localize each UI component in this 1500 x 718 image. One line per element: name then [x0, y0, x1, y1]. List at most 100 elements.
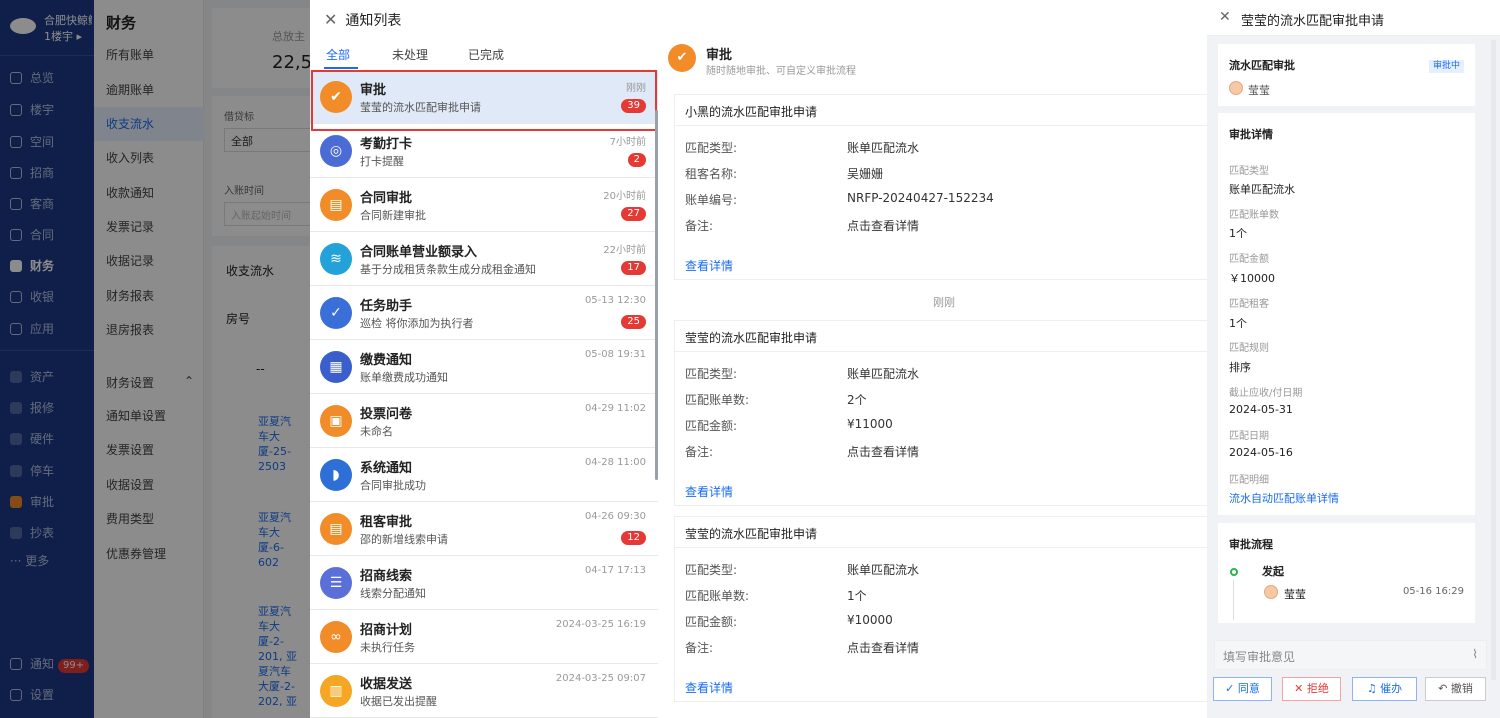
- notice-list-item[interactable]: ◎ 考勤打卡 打卡提醒 7小时前 2: [310, 124, 658, 178]
- tab-done[interactable]: 已完成: [468, 46, 504, 63]
- selected-item-highlight: [311, 70, 657, 131]
- notice-list-item[interactable]: ▤ 租客审批 邵的新增线索申请 04-26 09:30 12: [310, 502, 658, 556]
- close-icon[interactable]: ✕: [324, 10, 337, 29]
- unread-badge: 2: [627, 153, 646, 167]
- notice-category-icon: ▦: [320, 351, 352, 383]
- approval-comment-input[interactable]: 填写审批意见 ⌇: [1214, 640, 1487, 670]
- notice-list: ✔ 审批 莹莹的流水匹配审批申请 刚刚 39 ◎ 考勤打卡 打卡提醒 7小时前 2 ▤ 合同审批 合同新…: [310, 70, 658, 718]
- urge-button[interactable]: ♫ 催办: [1352, 677, 1417, 701]
- notice-category-icon: ◗: [320, 459, 352, 491]
- field-label: 截止应收/付日期: [1229, 388, 1303, 399]
- field-value: 账单匹配流水: [847, 367, 920, 381]
- field-value: 1个: [847, 589, 867, 603]
- notice-item-subtitle: 邵的新增线索申请: [360, 533, 448, 546]
- notice-item-time: 05-13 12:30: [584, 295, 646, 306]
- paperclip-icon[interactable]: ⌇: [1472, 647, 1478, 661]
- field-value: 账单匹配流水: [847, 563, 920, 577]
- field-value: ￥10000: [1229, 272, 1275, 285]
- notice-category-icon: ▤: [320, 189, 352, 221]
- notice-list-item[interactable]: ≋ 合同账单营业额录入 基于分成租赁条款生成分成租金通知 22小时前 17: [310, 232, 658, 286]
- field-label: 匹配账单数: [1229, 210, 1279, 221]
- field-label: 匹配租客: [1229, 299, 1269, 310]
- approval-summary-card: 流水匹配审批 审批中 莹莹: [1218, 44, 1475, 106]
- notice-item-time: 04-26 09:30: [584, 511, 646, 522]
- notice-category-glyph: ▦: [329, 359, 343, 375]
- field-value: 2024-05-16: [1229, 446, 1293, 459]
- notice-list-item[interactable]: ◗ 系统通知 合同审批成功 04-28 11:00: [310, 448, 658, 502]
- view-details-link[interactable]: 查看详情: [685, 257, 733, 274]
- approval-title: 莹莹的流水匹配审批申请: [1241, 14, 1385, 29]
- revoke-button[interactable]: ↶ 撤销: [1425, 677, 1486, 701]
- notice-category-glyph: ◗: [332, 467, 340, 483]
- field-value: 点击查看详情: [847, 641, 920, 655]
- notice-category-icon: ≋: [320, 243, 352, 275]
- notice-item-subtitle: 收据已发出提醒: [360, 695, 437, 708]
- match-detail-link[interactable]: 流水自动匹配账单详情: [1229, 490, 1339, 506]
- time-separator: 刚刚: [933, 296, 955, 309]
- comment-placeholder: 填写审批意见: [1223, 650, 1296, 664]
- field-value: ¥11000: [847, 417, 893, 431]
- notice-panel: ✕ 通知列表 全部 未处理 已完成 ✔ 审批 莹莹的流水匹配审批申请 刚刚 39 ◎ 考勤打卡…: [310, 0, 1215, 718]
- notice-list-item[interactable]: ☰ 招商线索 线索分配通知 04-17 17:13: [310, 556, 658, 610]
- unread-badge: 25: [621, 315, 646, 329]
- notice-item-subtitle: 合同新建审批: [360, 209, 426, 222]
- message-card-title: 莹莹的流水匹配审批申请: [685, 527, 818, 541]
- notice-item-time: 20小时前: [603, 191, 646, 202]
- approval-flow-card: 审批流程 发起 莹莹 05-16 16:29: [1218, 523, 1475, 623]
- flow-line: [1233, 580, 1234, 620]
- field-value: 点击查看详情: [847, 219, 920, 233]
- message-card: 莹莹的流水匹配审批申请 匹配类型: 账单匹配流水 匹配账单数: 1个 匹配金额:…: [674, 516, 1215, 702]
- status-badge: 审批中: [1428, 60, 1464, 73]
- agree-button[interactable]: ✓ 同意: [1213, 677, 1272, 701]
- close-icon[interactable]: ✕: [1219, 9, 1231, 25]
- approval-details-card: 审批详情 匹配类型 账单匹配流水 匹配账单数 1个 匹配金额 ￥10000 匹配…: [1218, 113, 1475, 515]
- notice-item-time: 2024-03-25 16:19: [555, 619, 646, 630]
- avatar: [1264, 585, 1278, 599]
- approval-detail-panel: ✕ 莹莹的流水匹配审批申请 流水匹配审批 审批中 莹莹 审批详情 匹配类型 账单…: [1207, 0, 1500, 718]
- notice-item-title: 缴费通知: [360, 353, 413, 368]
- notice-item-time: 22小时前: [603, 245, 646, 256]
- tab-pending[interactable]: 未处理: [392, 46, 428, 63]
- message-card: 莹莹的流水匹配审批申请 匹配类型: 账单匹配流水 匹配账单数: 2个 匹配金额:…: [674, 320, 1215, 506]
- notice-list-item[interactable]: ▤ 合同审批 合同新建审批 20小时前 27: [310, 178, 658, 232]
- scrollbar[interactable]: [655, 110, 658, 480]
- notice-category-icon: ✓: [320, 297, 352, 329]
- divider: [675, 351, 1215, 352]
- applicant-name: 莹莹: [1248, 84, 1270, 97]
- tab-underline: [324, 67, 358, 69]
- notice-item-subtitle: 账单缴费成功通知: [360, 371, 448, 384]
- tab-all[interactable]: 全部: [326, 46, 350, 63]
- field-value: 2024-05-31: [1229, 403, 1293, 416]
- field-label: 匹配日期: [1229, 431, 1269, 442]
- detail-header-title: 审批: [706, 48, 733, 63]
- flow-step-dot-icon: [1230, 568, 1238, 576]
- reject-button[interactable]: ✕ 拒绝: [1282, 677, 1341, 701]
- field-label: 匹配账单数:: [685, 589, 750, 603]
- notice-category-glyph: ≋: [330, 251, 342, 267]
- field-label: 匹配类型:: [685, 141, 738, 155]
- notice-list-item[interactable]: ▥ 收据发送 收据已发出提醒 2024-03-25 09:07: [310, 664, 658, 718]
- notice-category-icon: ▣: [320, 405, 352, 437]
- field-label: 匹配类型:: [685, 367, 738, 381]
- field-label: 匹配金额: [1229, 254, 1269, 265]
- detail-header: ✔ 审批 随时随地审批、可自定义审批流程: [668, 42, 1208, 78]
- notice-category-glyph: ☰: [329, 575, 343, 591]
- notice-list-item[interactable]: ▣ 投票问卷 未命名 04-29 11:02: [310, 394, 658, 448]
- notice-category-glyph: ✓: [330, 305, 342, 321]
- notice-list-item[interactable]: ✓ 任务助手 巡检 将你添加为执行者 05-13 12:30 25: [310, 286, 658, 340]
- flow-user: 莹莹: [1284, 588, 1306, 601]
- view-details-link[interactable]: 查看详情: [685, 483, 733, 500]
- divider: [675, 547, 1215, 548]
- field-value: 吴姗姗: [847, 167, 884, 181]
- notice-panel-title: ✕ 通知列表: [324, 10, 401, 30]
- notice-item-title: 租客审批: [360, 515, 413, 530]
- notice-category-icon: ▥: [320, 675, 352, 707]
- field-value: 账单匹配流水: [1229, 183, 1295, 196]
- notice-list-item[interactable]: ▦ 缴费通知 账单缴费成功通知 05-08 19:31: [310, 340, 658, 394]
- field-value: ¥10000: [847, 613, 893, 627]
- unread-badge: 27: [621, 207, 646, 221]
- view-details-link[interactable]: 查看详情: [685, 679, 733, 696]
- notice-list-item[interactable]: ∞ 招商计划 未执行任务 2024-03-25 16:19: [310, 610, 658, 664]
- scrollbar[interactable]: [1491, 40, 1496, 680]
- field-label: 匹配规则: [1229, 343, 1269, 354]
